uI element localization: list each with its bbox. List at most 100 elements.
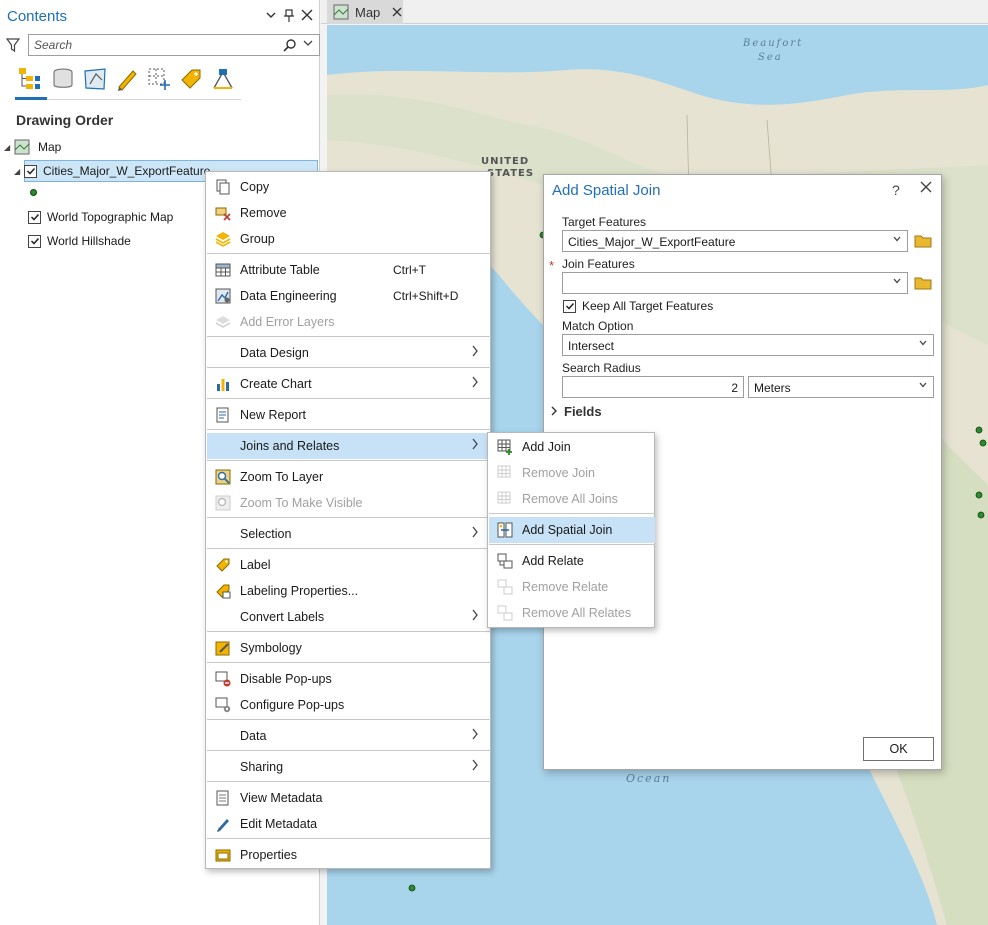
- menu-item-copy[interactable]: Copy: [207, 174, 491, 200]
- layer-visibility-checkbox[interactable]: [28, 234, 41, 248]
- menu-label: Zoom To Make Visible: [240, 496, 363, 510]
- search-box[interactable]: [28, 34, 320, 56]
- tree-item-label: Cities_Major_W_ExportFeature: [43, 164, 211, 178]
- configure-popups-icon: [215, 697, 231, 713]
- menu-item-label[interactable]: Label: [207, 552, 491, 578]
- menu-label: Data: [240, 729, 267, 743]
- menu-item-symbology[interactable]: Symbology: [207, 635, 491, 661]
- menu-separator: [207, 253, 491, 254]
- match-option-combo[interactable]: Intersect: [562, 334, 934, 356]
- menu-item-remove[interactable]: Remove: [207, 200, 491, 226]
- list-by-source-icon[interactable]: [50, 66, 76, 92]
- menu-item-data-design[interactable]: Data Design: [207, 340, 491, 366]
- menu-item-selection[interactable]: Selection: [207, 521, 491, 547]
- close-icon[interactable]: [392, 4, 402, 20]
- target-features-label: Target Features: [562, 215, 647, 229]
- tab-map[interactable]: Map: [327, 0, 403, 24]
- menu-item-remove-relate: Remove Relate: [489, 574, 655, 600]
- menu-item-view-metadata[interactable]: View Metadata: [207, 785, 491, 811]
- menu-separator: [207, 750, 491, 751]
- folder-icon[interactable]: [914, 234, 932, 248]
- collapse-icon[interactable]: ◢: [4, 143, 14, 152]
- search-row: [4, 34, 320, 56]
- chevron-down-icon[interactable]: [918, 338, 928, 351]
- menu-item-configure-popups[interactable]: Configure Pop-ups: [207, 692, 491, 718]
- report-icon: [215, 407, 231, 423]
- menu-label: Add Join: [522, 440, 571, 454]
- target-features-value: Cities_Major_W_ExportFeature: [568, 235, 736, 249]
- menu-item-disable-popups[interactable]: Disable Pop-ups: [207, 666, 491, 692]
- menu-label: Add Error Layers: [240, 315, 335, 329]
- help-button[interactable]: ?: [892, 182, 900, 198]
- list-by-drawing-order-icon[interactable]: [15, 66, 47, 100]
- menu-item-group[interactable]: Group: [207, 226, 491, 252]
- menu-item-data[interactable]: Data: [207, 723, 491, 749]
- menu-separator: [489, 513, 655, 514]
- menu-label: Joins and Relates: [240, 439, 340, 453]
- chart-icon: [215, 376, 231, 392]
- data-engineering-icon: [215, 288, 231, 304]
- ok-button[interactable]: OK: [863, 737, 934, 761]
- menu-label: Remove All Joins: [522, 492, 618, 506]
- list-by-perspective-imagery-icon[interactable]: [210, 66, 236, 92]
- close-icon[interactable]: [300, 9, 314, 23]
- menu-item-edit-metadata[interactable]: Edit Metadata: [207, 811, 491, 837]
- keep-all-target-checkbox[interactable]: [563, 299, 576, 313]
- pin-icon[interactable]: [282, 9, 296, 23]
- map-icon: [333, 4, 349, 20]
- chevron-down-icon[interactable]: [303, 38, 315, 52]
- keep-all-target-checkbox-row[interactable]: Keep All Target Features: [563, 299, 713, 313]
- collapse-icon[interactable]: ◢: [14, 167, 24, 176]
- menu-separator: [207, 548, 491, 549]
- menu-shortcut: Ctrl+Shift+D: [393, 289, 459, 303]
- fields-expander[interactable]: Fields: [550, 404, 602, 419]
- chevron-right-icon[interactable]: [550, 405, 562, 419]
- menu-item-properties[interactable]: Properties: [207, 842, 491, 868]
- tree-item-world-hillshade[interactable]: World Hillshade: [28, 230, 131, 252]
- chevron-down-icon[interactable]: [264, 9, 278, 23]
- close-icon[interactable]: [920, 180, 932, 197]
- folder-icon[interactable]: [914, 276, 932, 290]
- list-by-labeling-icon[interactable]: [178, 66, 204, 92]
- menu-item-joins-and-relates[interactable]: Joins and Relates: [207, 433, 491, 459]
- menu-item-add-relate[interactable]: Add Relate: [489, 548, 655, 574]
- list-by-editing-icon[interactable]: [114, 66, 140, 92]
- menu-label: Remove Join: [522, 466, 595, 480]
- menu-item-data-engineering[interactable]: Data Engineering Ctrl+Shift+D: [207, 283, 491, 309]
- filter-icon[interactable]: [5, 37, 21, 53]
- metadata-icon: [215, 790, 231, 806]
- layer-visibility-checkbox[interactable]: [24, 164, 37, 178]
- list-by-selection-icon[interactable]: [146, 66, 172, 92]
- tree-item-map[interactable]: ◢ Map: [4, 136, 61, 158]
- search-icon[interactable]: [283, 38, 297, 52]
- menu-item-add-join[interactable]: Add Join: [489, 434, 655, 460]
- menu-item-zoom-to-layer[interactable]: Zoom To Layer: [207, 464, 491, 490]
- menu-item-convert-labels[interactable]: Convert Labels: [207, 604, 491, 630]
- chevron-down-icon[interactable]: [918, 380, 928, 393]
- target-features-combo[interactable]: Cities_Major_W_ExportFeature: [562, 230, 908, 252]
- contents-view-tabs: [15, 62, 241, 100]
- tree-item-world-topographic[interactable]: World Topographic Map: [28, 206, 173, 228]
- chevron-down-icon[interactable]: [892, 276, 902, 289]
- search-radius-input[interactable]: 2: [562, 376, 744, 398]
- menu-item-new-report[interactable]: New Report: [207, 402, 491, 428]
- menu-item-remove-all-joins: Remove All Joins: [489, 486, 655, 512]
- menu-item-labeling-properties[interactable]: Labeling Properties...: [207, 578, 491, 604]
- map-label-united: UNITED: [481, 156, 530, 167]
- menu-item-attribute-table[interactable]: Attribute Table Ctrl+T: [207, 257, 491, 283]
- search-radius-unit-combo[interactable]: Meters: [748, 376, 934, 398]
- layer-visibility-checkbox[interactable]: [28, 210, 41, 224]
- list-by-snapping-icon[interactable]: [82, 66, 108, 92]
- label-icon: [215, 557, 231, 573]
- join-features-combo[interactable]: [562, 272, 908, 294]
- menu-item-sharing[interactable]: Sharing: [207, 754, 491, 780]
- menu-item-add-spatial-join[interactable]: Add Spatial Join: [489, 517, 655, 543]
- point-symbol-icon: [30, 189, 37, 196]
- menu-item-create-chart[interactable]: Create Chart: [207, 371, 491, 397]
- chevron-down-icon[interactable]: [892, 234, 902, 247]
- search-radius-value: 2: [731, 381, 738, 395]
- tree-item-cities-layer[interactable]: ◢ Cities_Major_W_ExportFeature: [14, 160, 210, 182]
- search-input[interactable]: [34, 37, 274, 53]
- menu-item-zoom-to-make-visible: Zoom To Make Visible: [207, 490, 491, 516]
- contents-title-bar: Contents: [0, 0, 320, 32]
